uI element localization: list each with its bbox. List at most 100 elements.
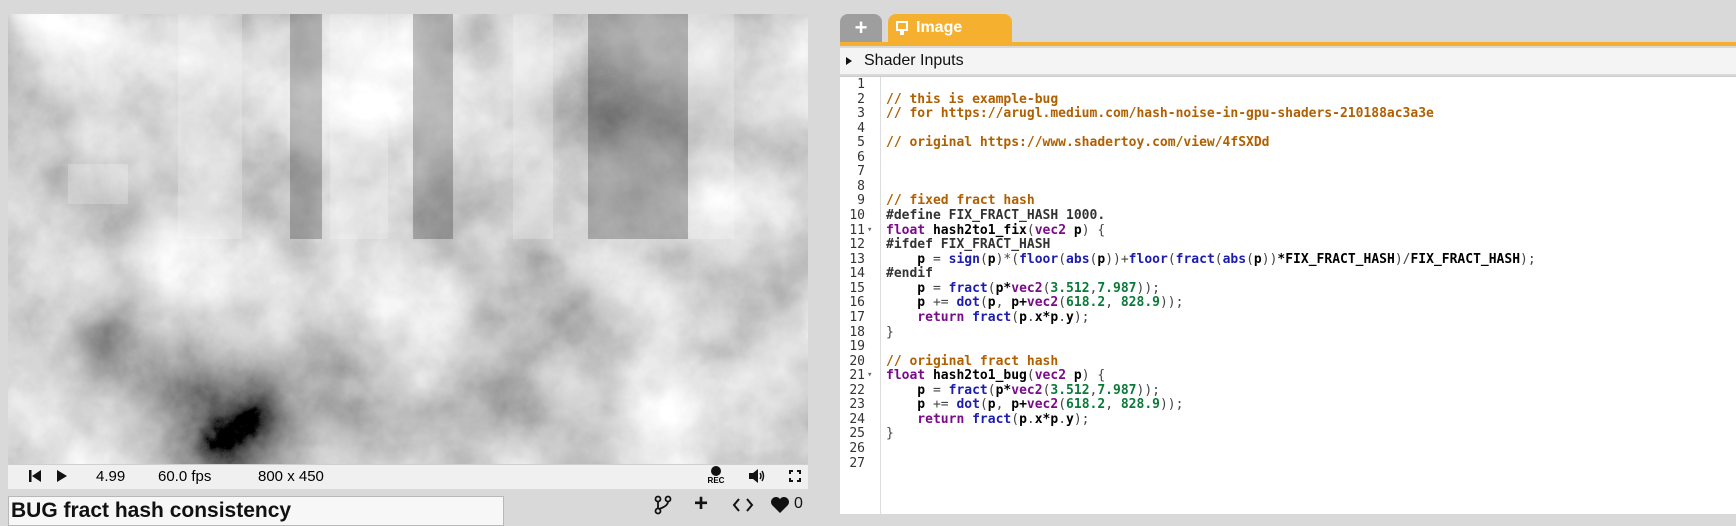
code-token: vec2 [1034, 222, 1067, 238]
resolution-display: 800 x 450 [258, 468, 324, 485]
code-token: = [932, 382, 949, 398]
code-token: ( [979, 295, 988, 311]
code-token: = [932, 251, 949, 267]
code-token: hash2to1_fix [925, 222, 1027, 238]
code-token: . [1058, 411, 1067, 427]
code-token: ( [1058, 251, 1067, 267]
code-token: vec2 [1026, 295, 1059, 311]
code-token: , [1105, 397, 1121, 413]
record-label: REC [707, 476, 725, 485]
code-token: #define FIX_FRACT_HASH 1000. [886, 208, 1106, 224]
fork-icon[interactable] [654, 492, 672, 521]
code-token: ))+ [1105, 251, 1129, 267]
code-token: , [1105, 295, 1121, 311]
code-token: *FIX_FRACT_HASH [1277, 251, 1395, 267]
code-token: 7.987 [1097, 382, 1137, 398]
record-icon [711, 466, 721, 476]
code-token: )); [1159, 295, 1184, 311]
tab-image-label: Image [916, 19, 963, 36]
play-icon[interactable] [56, 469, 68, 488]
code-token: fract [972, 411, 1012, 427]
code-token: vec2 [1034, 368, 1067, 384]
code-token: ( [1058, 295, 1067, 311]
code-token: fract [948, 382, 988, 398]
code-token: #endif [886, 266, 933, 282]
code-token: . [1058, 309, 1067, 325]
code-token: y [1066, 309, 1074, 325]
shader-viewport[interactable] [8, 14, 808, 464]
code-token: #ifdef FIX_FRACT_HASH [886, 237, 1051, 253]
code-token: ( [1246, 251, 1254, 267]
code-token: ( [1026, 368, 1035, 384]
fold-arrow-icon[interactable]: ▾ [867, 367, 872, 383]
code-token: = [932, 280, 949, 296]
code-token: , [995, 397, 1012, 413]
code-token: p [1019, 411, 1027, 427]
code-token: ( [987, 280, 996, 296]
code-token: += [932, 397, 957, 413]
code-token: float [886, 222, 926, 238]
add-playlist-icon[interactable]: + [694, 492, 708, 516]
shader-inputs-toggle[interactable]: Shader Inputs [840, 48, 1736, 74]
code-token: )*( [995, 251, 1020, 267]
code-token: abs [1222, 251, 1247, 267]
fold-arrow-icon[interactable]: ▾ [867, 222, 872, 238]
code-token: ( [1214, 251, 1223, 267]
code-token: ); [1073, 309, 1090, 325]
code-token: floor [1019, 251, 1059, 267]
code-token: // for https://arugl.medium.com/hash-noi… [886, 106, 1434, 122]
code-token: p [886, 397, 933, 413]
tab-image[interactable]: Image [888, 14, 1012, 42]
code-token: ) { [1081, 368, 1106, 384]
code-token: ( [987, 382, 996, 398]
code-token: p+ [1011, 397, 1027, 413]
code-token: p [987, 397, 996, 413]
code-token: x*p [1034, 411, 1059, 427]
code-token: x*p [1034, 309, 1059, 325]
embed-code-icon[interactable] [732, 492, 754, 520]
code-token: // original https://www.shadertoy.com/vi… [886, 135, 1270, 151]
fps-display: 60.0 fps [158, 468, 212, 485]
record-button[interactable]: REC [702, 466, 730, 485]
code-line[interactable]: 27 [840, 456, 1736, 472]
time-display: 4.99 [96, 468, 126, 485]
code-token: fract [1175, 251, 1215, 267]
code-token: p* [995, 280, 1012, 296]
code-token: , [995, 295, 1012, 311]
code-token: 618.2 [1066, 397, 1106, 413]
code-token: p [1253, 251, 1262, 267]
tab-underline [840, 42, 1736, 46]
fullscreen-icon[interactable] [788, 469, 802, 488]
code-token: ( [1011, 309, 1020, 325]
code-token: fract [948, 280, 988, 296]
code-token: ( [1058, 397, 1067, 413]
code-token: // this is example-bug [886, 91, 1059, 107]
code-token: 828.9 [1120, 295, 1160, 311]
code-token: p+ [1011, 295, 1027, 311]
monitor-icon [896, 21, 908, 35]
shader-title-field[interactable]: BUG fract hash consistency [8, 496, 504, 526]
code-token: ); [1520, 251, 1536, 267]
code-token: fract [972, 309, 1012, 325]
code-token: . [1026, 411, 1035, 427]
like-icon[interactable] [770, 492, 790, 520]
line-number: 27 [849, 455, 865, 471]
code-token: ); [1073, 411, 1090, 427]
code-token: p [987, 295, 996, 311]
volume-icon[interactable] [748, 468, 766, 489]
code-token: vec2 [1011, 280, 1043, 296]
code-token: p* [995, 382, 1012, 398]
add-tab-button[interactable]: + [840, 14, 882, 42]
rewind-icon[interactable] [28, 469, 42, 488]
code-token: dot [956, 397, 980, 413]
code-token: return [886, 411, 973, 427]
code-token: abs [1066, 251, 1090, 267]
code-token: float [886, 368, 926, 384]
code-token: )); [1136, 382, 1160, 398]
code-token: ( [1011, 411, 1020, 427]
code-token: p [886, 251, 933, 267]
code-token: )) [1261, 251, 1278, 267]
code-token: p [1019, 309, 1027, 325]
code-token: } [886, 324, 894, 340]
code-editor[interactable]: 1 2// this is example-bug 3// for https://… [840, 76, 1736, 514]
